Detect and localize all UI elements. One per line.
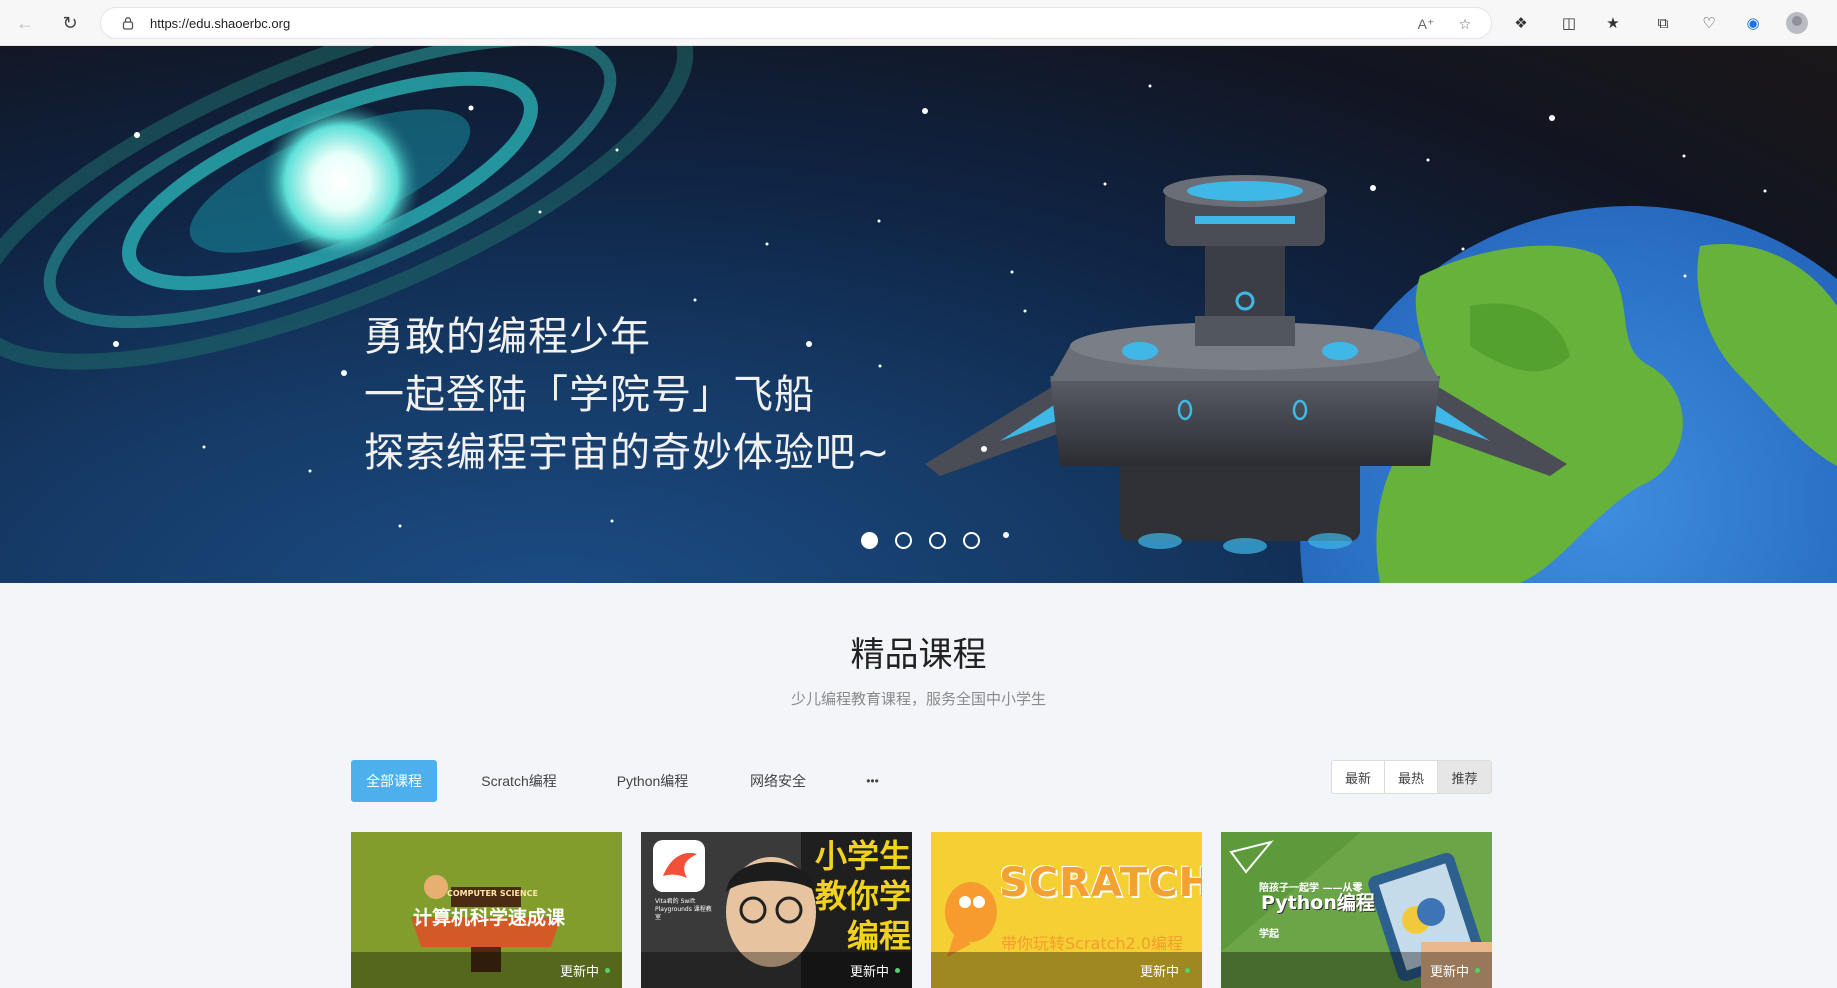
split-screen-icon[interactable]: ◫ xyxy=(1558,12,1580,34)
read-aloud-icon[interactable]: A⁺ xyxy=(1416,14,1436,34)
course-badge-text: Vita君的 Swift Playgrounds 课程教室 xyxy=(655,898,712,921)
url-text: https://edu.shaoerbc.org xyxy=(150,16,291,31)
course-image-title: 小学生教你学编程 xyxy=(814,837,911,955)
favorite-star-icon[interactable]: ☆ xyxy=(1455,14,1475,34)
space-illustration xyxy=(0,46,1837,583)
hero-banner[interactable]: 勇敢的编程少年 一起登陆「学院号」飞船 探索编程宇宙的奇妙体验吧~ xyxy=(0,46,1837,583)
collections-icon[interactable]: ⧉ xyxy=(1652,12,1674,34)
carousel-dot[interactable] xyxy=(861,532,878,549)
course-card[interactable]: SCRATCH 带你玩转Scratch2.0编程 更新中 xyxy=(931,832,1202,988)
course-badge-text: 陪孩子一起学 ——从零学起 xyxy=(1259,883,1363,940)
address-bar[interactable]: https://edu.shaoerbc.org A⁺ ☆ xyxy=(100,7,1492,39)
browser-toolbar: ← ↻ https://edu.shaoerbc.org A⁺ ☆ ❖ ◫ ★ … xyxy=(0,0,1837,46)
edge-icon[interactable]: ◉ xyxy=(1742,12,1764,34)
course-badge-text: COMPUTER SCIENCE xyxy=(447,889,538,898)
profile-avatar[interactable] xyxy=(1786,12,1808,34)
tab-network-security[interactable]: 网络安全 xyxy=(738,760,818,802)
browser-essentials-icon[interactable]: ♡ xyxy=(1698,12,1720,34)
banner-line: 勇敢的编程少年 xyxy=(364,314,651,360)
banner-headline: 勇敢的编程少年 一起登陆「学院号」飞船 探索编程宇宙的奇妙体验吧~ xyxy=(364,308,891,482)
favorites-icon[interactable]: ★ xyxy=(1602,12,1624,34)
tab-scratch[interactable]: Scratch编程 xyxy=(469,760,569,802)
status-dot xyxy=(895,967,900,973)
sort-hottest-button[interactable]: 最热 xyxy=(1385,761,1438,793)
carousel-dots xyxy=(861,532,980,549)
course-status-text: 更新中 xyxy=(1429,964,1469,980)
carousel-dot[interactable] xyxy=(895,532,912,549)
tab-all-courses[interactable]: 全部课程 xyxy=(351,760,437,802)
sort-toggle: 最新 最热 推荐 xyxy=(1331,760,1492,794)
course-status: 更新中 xyxy=(641,952,912,988)
back-icon[interactable]: ← xyxy=(12,10,38,36)
carousel-dot[interactable] xyxy=(963,532,980,549)
course-status-text: 更新中 xyxy=(849,964,889,980)
tab-python[interactable]: Python编程 xyxy=(605,760,700,802)
status-dot xyxy=(605,967,610,973)
course-card[interactable]: COMPUTER SCIENCE 计算机科学速成课 更新中 xyxy=(351,832,622,988)
course-status: 更新中 xyxy=(931,952,1202,988)
status-dot xyxy=(1475,967,1480,973)
course-status: 更新中 xyxy=(351,952,622,988)
sort-recommended-button[interactable]: 推荐 xyxy=(1438,761,1491,793)
course-image-title: 计算机科学速成课 xyxy=(413,907,566,929)
course-status-text: 更新中 xyxy=(1139,964,1179,980)
status-dot xyxy=(1185,967,1190,973)
banner-line: 探索编程宇宙的奇妙体验吧~ xyxy=(364,430,891,476)
more-categories-button[interactable]: ••• xyxy=(855,760,890,802)
lock-icon xyxy=(122,17,134,30)
extensions-icon[interactable]: ❖ xyxy=(1510,12,1532,34)
carousel-dot[interactable] xyxy=(929,532,946,549)
course-card[interactable]: Python编程 陪孩子一起学 ——从零学起 更新中 xyxy=(1221,832,1492,988)
course-status-text: 更新中 xyxy=(559,964,599,980)
section-subtitle: 少儿编程教育课程，服务全国中小学生 xyxy=(790,691,1046,708)
section-title: 精品课程 xyxy=(850,635,987,675)
course-badge-text: SCRATCH xyxy=(999,860,1202,906)
course-image-title: 带你玩转Scratch2.0编程 xyxy=(1001,934,1183,953)
course-status: 更新中 xyxy=(1221,952,1492,988)
sort-newest-button[interactable]: 最新 xyxy=(1332,761,1385,793)
banner-line: 一起登陆「学院号」飞船 xyxy=(364,372,815,418)
refresh-icon[interactable]: ↻ xyxy=(57,10,83,36)
course-card[interactable]: Vita君的 Swift Playgrounds 课程教室 小学生教你学编程 更… xyxy=(641,832,912,988)
